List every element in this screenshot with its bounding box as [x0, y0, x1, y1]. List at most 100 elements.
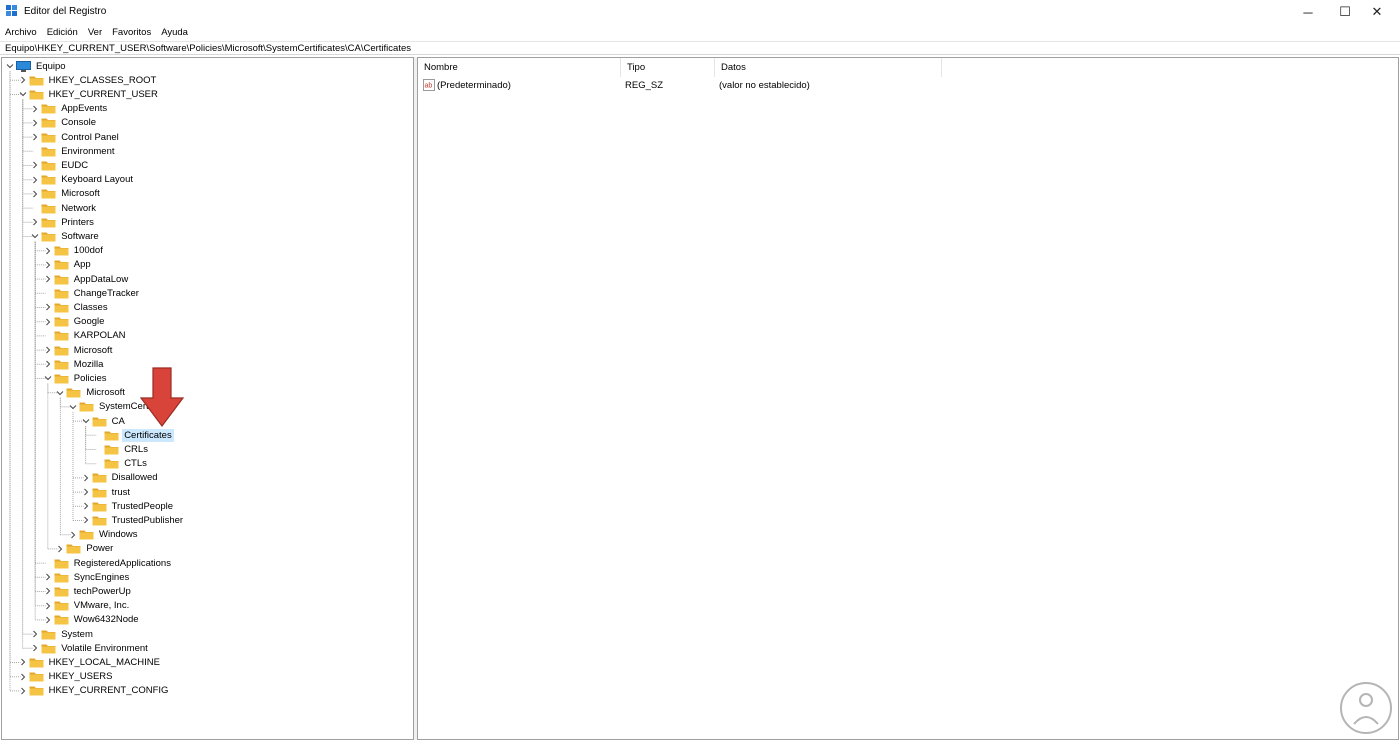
chevron-down-icon[interactable] [17, 87, 29, 101]
chevron-right-icon[interactable] [42, 272, 54, 286]
chevron-right-icon[interactable] [29, 116, 41, 130]
chevron-right-icon[interactable] [29, 102, 41, 116]
no-expander [29, 144, 41, 158]
tree-node-appevents[interactable]: AppEvents [29, 102, 109, 116]
tree-node-mozilla[interactable]: Mozilla [42, 357, 106, 371]
chevron-right-icon[interactable] [29, 641, 41, 655]
tree-node-volatile-environment[interactable]: Volatile Environment [29, 641, 150, 655]
chevron-right-icon[interactable] [29, 187, 41, 201]
tree-node-keyboard-layout[interactable]: Keyboard Layout [29, 173, 135, 187]
chevron-down-icon[interactable] [29, 229, 41, 243]
tree-node-techpowerup[interactable]: techPowerUp [42, 584, 133, 598]
chevron-right-icon[interactable] [17, 655, 29, 669]
tree-node-microsoft[interactable]: Microsoft [42, 343, 115, 357]
folder-icon [54, 615, 69, 625]
tree-node-ca[interactable]: CA [80, 414, 127, 428]
chevron-right-icon[interactable] [80, 499, 92, 513]
chevron-right-icon[interactable] [29, 158, 41, 172]
chevron-right-icon[interactable] [67, 528, 79, 542]
chevron-right-icon[interactable] [42, 315, 54, 329]
chevron-down-icon[interactable] [4, 59, 16, 73]
tree-node-microsoft[interactable]: Microsoft [29, 187, 102, 201]
chevron-right-icon[interactable] [42, 300, 54, 314]
tree-node-windows[interactable]: Windows [67, 528, 140, 542]
chevron-right-icon[interactable] [29, 627, 41, 641]
tree-node-registeredapplications[interactable]: RegisteredApplications [42, 556, 173, 570]
column-header-datos[interactable]: Datos [715, 58, 942, 77]
menu-ayuda[interactable]: Ayuda [156, 25, 193, 40]
chevron-right-icon[interactable] [42, 244, 54, 258]
chevron-right-icon[interactable] [29, 130, 41, 144]
tree-node-100dof[interactable]: 100dof [42, 244, 105, 258]
tree-node-ctls[interactable]: CTLs [92, 457, 149, 471]
value-row[interactable]: ab (Predeterminado) REG_SZ (valor no est… [423, 78, 923, 93]
chevron-right-icon[interactable] [29, 215, 41, 229]
tree-node-syncengines[interactable]: SyncEngines [42, 570, 131, 584]
tree-node-trustedpublisher[interactable]: TrustedPublisher [80, 513, 185, 527]
chevron-right-icon[interactable] [42, 584, 54, 598]
tree-node-control-panel[interactable]: Control Panel [29, 130, 121, 144]
chevron-right-icon[interactable] [29, 173, 41, 187]
tree-node-power[interactable]: Power [54, 542, 115, 556]
chevron-down-icon[interactable] [80, 414, 92, 428]
folder-icon [41, 644, 56, 654]
chevron-right-icon[interactable] [42, 570, 54, 584]
chevron-right-icon[interactable] [17, 73, 29, 87]
menu-edicion[interactable]: Edición [42, 25, 83, 40]
menu-favoritos[interactable]: Favoritos [107, 25, 156, 40]
tree-node-karpolan[interactable]: KARPOLAN [42, 329, 128, 343]
close-button[interactable]: ✕ [1354, 0, 1400, 24]
chevron-right-icon[interactable] [80, 513, 92, 527]
tree-node-trust[interactable]: trust [80, 485, 132, 499]
tree-node-classes[interactable]: Classes [42, 300, 110, 314]
chevron-down-icon[interactable] [54, 386, 66, 400]
chevron-right-icon[interactable] [80, 485, 92, 499]
tree-node-console[interactable]: Console [29, 116, 98, 130]
tree-node-hkey-current-config[interactable]: HKEY_CURRENT_CONFIG [17, 684, 171, 698]
tree-node-vmware-inc-[interactable]: VMware, Inc. [42, 599, 131, 613]
tree-node-changetracker[interactable]: ChangeTracker [42, 286, 141, 300]
tree-pane[interactable]: Equipo HKEY_CLASSES_ROOT HKEY_CURRENT_USER… [1, 57, 414, 740]
chevron-right-icon[interactable] [80, 471, 92, 485]
tree-node-google[interactable]: Google [42, 315, 107, 329]
chevron-right-icon[interactable] [42, 343, 54, 357]
menu-archivo[interactable]: Archivo [0, 25, 42, 40]
tree-node-hkey-users[interactable]: HKEY_USERS [17, 670, 115, 684]
values-pane[interactable]: Nombre Tipo Datos ab (Predeterminado) RE… [417, 57, 1399, 740]
tree-node-hkey-current-user[interactable]: HKEY_CURRENT_USER [17, 87, 160, 101]
tree-node-equipo[interactable]: Equipo [4, 59, 68, 73]
tree-node-wow6432node[interactable]: Wow6432Node [42, 613, 141, 627]
chevron-right-icon[interactable] [42, 599, 54, 613]
tree-node-eudc[interactable]: EUDC [29, 158, 90, 172]
chevron-down-icon[interactable] [67, 400, 79, 414]
tree-node-system[interactable]: System [29, 627, 95, 641]
tree-node-network[interactable]: Network [29, 201, 98, 215]
tree-node-policies[interactable]: Policies [42, 371, 109, 385]
chevron-right-icon[interactable] [54, 542, 66, 556]
tree-node-hkey-classes-root[interactable]: HKEY_CLASSES_ROOT [17, 73, 159, 87]
column-header-nombre[interactable]: Nombre [418, 58, 621, 77]
folder-icon [29, 686, 44, 696]
tree-node-crls[interactable]: CRLs [92, 442, 150, 456]
tree-node-hkey-local-machine[interactable]: HKEY_LOCAL_MACHINE [17, 655, 162, 669]
address-bar[interactable]: Equipo\HKEY_CURRENT_USER\Software\Polici… [0, 41, 1400, 55]
column-header-tipo[interactable]: Tipo [621, 58, 715, 77]
tree-node-environment[interactable]: Environment [29, 144, 116, 158]
tree-node-trustedpeople[interactable]: TrustedPeople [80, 499, 175, 513]
tree-node-certificates[interactable]: Certificates [92, 428, 174, 442]
chevron-right-icon[interactable] [17, 670, 29, 684]
chevron-down-icon[interactable] [42, 371, 54, 385]
menu-ver[interactable]: Ver [83, 25, 107, 40]
tree-node-label: Network [61, 202, 97, 214]
tree-node-disallowed[interactable]: Disallowed [80, 471, 160, 485]
tree-node-appdatalow[interactable]: AppDataLow [42, 272, 130, 286]
tree-node-software[interactable]: Software [29, 229, 101, 243]
chevron-right-icon[interactable] [42, 613, 54, 627]
chevron-right-icon[interactable] [42, 357, 54, 371]
chevron-right-icon[interactable] [42, 258, 54, 272]
chevron-right-icon[interactable] [17, 684, 29, 698]
tree-node-printers[interactable]: Printers [29, 215, 96, 229]
tree-node-microsoft[interactable]: Microsoft [54, 386, 127, 400]
folder-icon [54, 346, 69, 355]
tree-node-app[interactable]: App [42, 258, 93, 272]
